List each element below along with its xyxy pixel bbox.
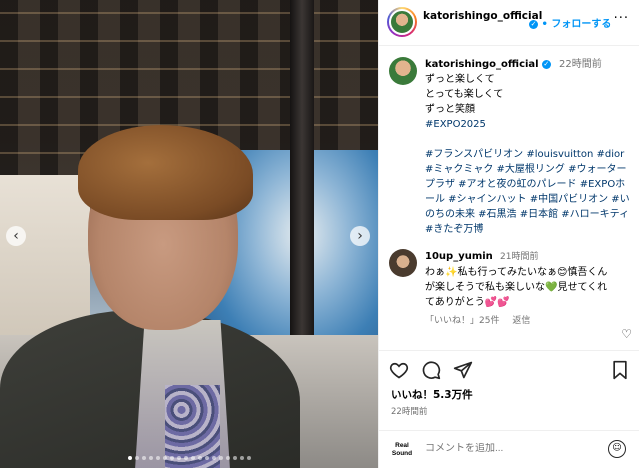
comment-like-icon[interactable]: ♡ bbox=[621, 327, 632, 341]
hashtag-expo[interactable]: #EXPO2025 bbox=[425, 117, 633, 132]
post-time: 22時間前 bbox=[391, 407, 428, 417]
caption-avatar[interactable] bbox=[389, 57, 417, 85]
comment-text: わぁ✨私も行ってみたいなぁ😊慎吾くんが楽しそうで私も楽しいな💚見せてくれてありが… bbox=[425, 267, 608, 308]
verified-icon: ✓ bbox=[541, 59, 551, 69]
comment-input[interactable] bbox=[425, 443, 575, 454]
avatar[interactable] bbox=[387, 7, 417, 37]
share-icon[interactable] bbox=[453, 360, 473, 380]
carousel-dot bbox=[204, 456, 209, 460]
next-image-button[interactable]: › bbox=[350, 226, 370, 246]
carousel-dot bbox=[155, 456, 160, 460]
carousel-dot bbox=[225, 456, 230, 460]
caption-username[interactable]: katorishingo_official bbox=[425, 59, 539, 70]
comment-time: 21時間前 bbox=[500, 252, 539, 262]
realsound-logo: Real Sound bbox=[391, 442, 413, 457]
more-options-icon[interactable]: ··· bbox=[614, 11, 629, 26]
caption-line: とっても楽しくて bbox=[425, 89, 504, 100]
carousel-dot bbox=[197, 456, 202, 460]
caption-line: ずっと楽しくて bbox=[425, 74, 495, 85]
post-photo[interactable]: ‹ › bbox=[0, 0, 378, 468]
carousel-dot bbox=[141, 456, 146, 460]
carousel-dot bbox=[211, 456, 216, 460]
separator: • bbox=[541, 19, 548, 30]
carousel-dot bbox=[148, 456, 153, 460]
emoji-icon[interactable]: ☺ bbox=[608, 440, 626, 458]
carousel-dot bbox=[183, 456, 188, 460]
hair bbox=[78, 125, 253, 220]
hashtags[interactable]: #フランスパビリオン #louisvuitton #dior #ミャクミャク #… bbox=[425, 147, 633, 237]
carousel-dot bbox=[169, 456, 174, 460]
comment-likes[interactable]: 「いいね！」25件 bbox=[425, 316, 499, 326]
carousel-dot bbox=[162, 456, 167, 460]
carousel-dot bbox=[232, 456, 237, 460]
comments-area: katorishingo_official ✓ 22時間前 ずっと楽しくて とっ… bbox=[379, 47, 639, 347]
bookmark-icon[interactable] bbox=[610, 360, 630, 380]
comment-username[interactable]: 10up_yumin bbox=[425, 251, 493, 262]
comment: 10up_yumin 21時間前 わぁ✨私も行ってみたいなぁ😊慎吾くんが楽しそう… bbox=[425, 249, 610, 329]
carousel-dot bbox=[239, 456, 244, 460]
follow-button[interactable]: ✓ • フォローする bbox=[529, 15, 611, 30]
carousel-dots bbox=[0, 456, 378, 460]
carousel-dot bbox=[190, 456, 195, 460]
comment-icon[interactable] bbox=[421, 360, 441, 380]
carousel-dot bbox=[176, 456, 181, 460]
caption: katorishingo_official ✓ 22時間前 ずっと楽しくて とっ… bbox=[425, 57, 633, 237]
carousel-dot bbox=[127, 456, 132, 460]
prev-image-button[interactable]: ‹ bbox=[6, 226, 26, 246]
username-text[interactable]: katorishingo_official bbox=[423, 10, 542, 22]
action-bar: いいね！5.3万件 22時間前 bbox=[379, 350, 639, 440]
post-sidebar: katorishingo_official ✓ • フォローする ··· kat… bbox=[378, 0, 639, 468]
comment-avatar[interactable] bbox=[389, 249, 417, 277]
like-count[interactable]: いいね！5.3万件 bbox=[391, 387, 473, 402]
header-username[interactable]: katorishingo_official bbox=[423, 9, 542, 23]
follow-label[interactable]: フォローする bbox=[551, 19, 611, 30]
carousel-dot bbox=[246, 456, 251, 460]
caption-line: ずっと笑顔 bbox=[425, 104, 475, 115]
pillar bbox=[290, 0, 314, 380]
reply-button[interactable]: 返信 bbox=[512, 316, 530, 326]
verified-icon: ✓ bbox=[529, 19, 538, 29]
carousel-dot bbox=[218, 456, 223, 460]
heart-icon[interactable] bbox=[389, 360, 409, 380]
carousel-dot bbox=[134, 456, 139, 460]
caption-time: 22時間前 bbox=[558, 59, 602, 70]
comment-input-area: Real Sound ☺ bbox=[379, 430, 639, 468]
post-header: katorishingo_official ✓ • フォローする ··· bbox=[379, 0, 639, 46]
